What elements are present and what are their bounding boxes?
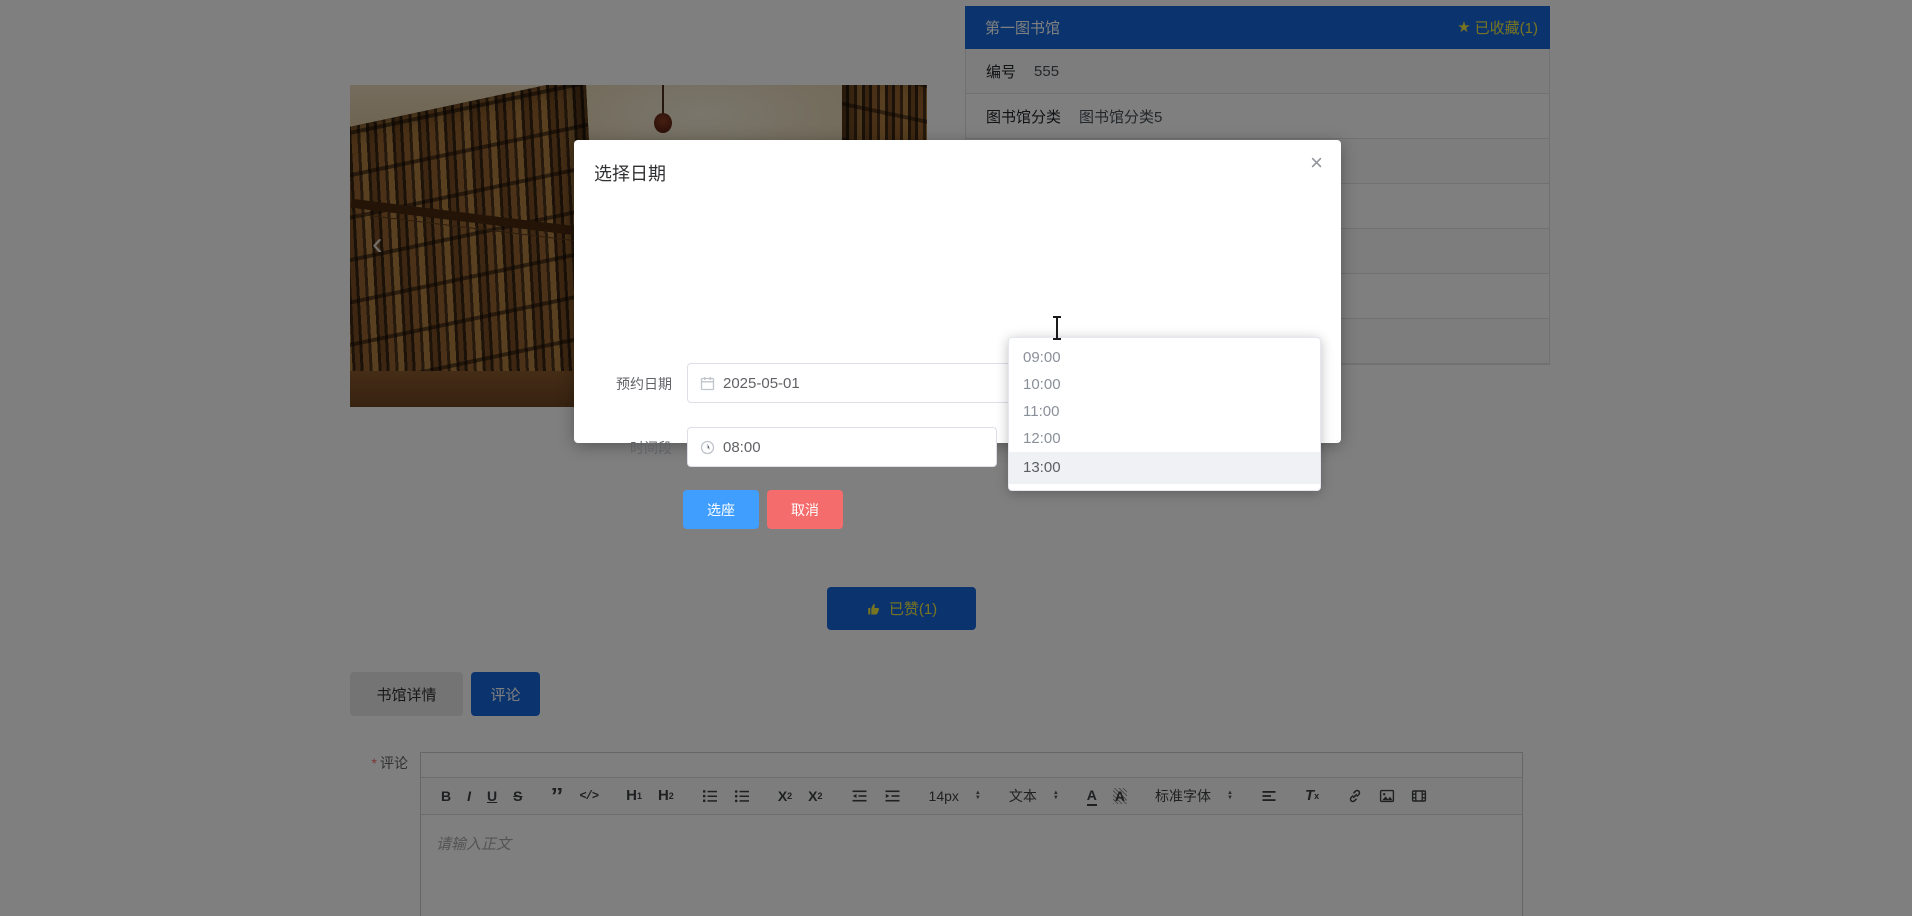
page: ‹ 第一图书馆 ★ 已收藏(1) 编号 555 图书馆分类 图书馆分类5: [0, 0, 1912, 916]
clock-icon: [700, 440, 715, 454]
start-time-value: 08:00: [723, 438, 761, 456]
cancel-button[interactable]: 取消: [767, 490, 843, 529]
choose-seat-button[interactable]: 选座: [683, 490, 759, 529]
calendar-icon: [700, 376, 715, 390]
time-option[interactable]: 11:00: [1009, 398, 1320, 425]
time-option[interactable]: 09:00: [1009, 344, 1320, 371]
time-option-highlighted[interactable]: 13:00: [1009, 452, 1320, 484]
dialog-title: 选择日期: [594, 164, 666, 184]
close-icon[interactable]: ×: [1310, 152, 1323, 174]
date-value: 2025-05-01: [723, 374, 800, 392]
time-option[interactable]: 12:00: [1009, 425, 1320, 452]
time-field-label: 时间段: [630, 440, 672, 456]
time-option[interactable]: 10:00: [1009, 371, 1320, 398]
start-time-input[interactable]: 08:00: [687, 427, 997, 467]
time-options-dropdown: 09:00 10:00 11:00 12:00 13:00: [1008, 337, 1321, 491]
date-field-label: 预约日期: [616, 376, 672, 392]
